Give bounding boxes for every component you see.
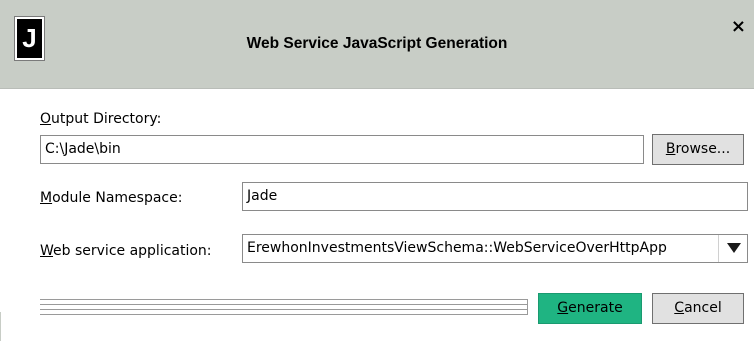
web-service-application-value: ErewhonInvestmentsViewSchema::WebService… <box>247 240 667 256</box>
window-title: Web Service JavaScript Generation <box>246 35 508 52</box>
progress-bar <box>40 297 528 316</box>
module-namespace-input[interactable]: Jade <box>242 182 748 211</box>
title-bar: J Web Service JavaScript Generation × <box>0 0 754 88</box>
title-divider <box>0 88 754 89</box>
web-service-application-select[interactable]: ErewhonInvestmentsViewSchema::WebService… <box>242 234 748 263</box>
generate-button[interactable]: Generate <box>538 293 642 324</box>
browse-button[interactable]: Browse... <box>652 134 744 165</box>
output-directory-input[interactable]: C:\Jade\bin <box>40 135 644 164</box>
web-service-application-label: Web service application: <box>40 243 212 259</box>
dropdown-separator <box>718 235 719 262</box>
chevron-down-icon[interactable] <box>727 243 741 253</box>
module-namespace-label: Module Namespace: <box>40 190 183 206</box>
cancel-button[interactable]: Cancel <box>652 293 744 324</box>
window-edge <box>0 312 1 341</box>
close-icon[interactable]: × <box>731 18 746 36</box>
output-directory-label: Output Directory: <box>40 111 162 127</box>
